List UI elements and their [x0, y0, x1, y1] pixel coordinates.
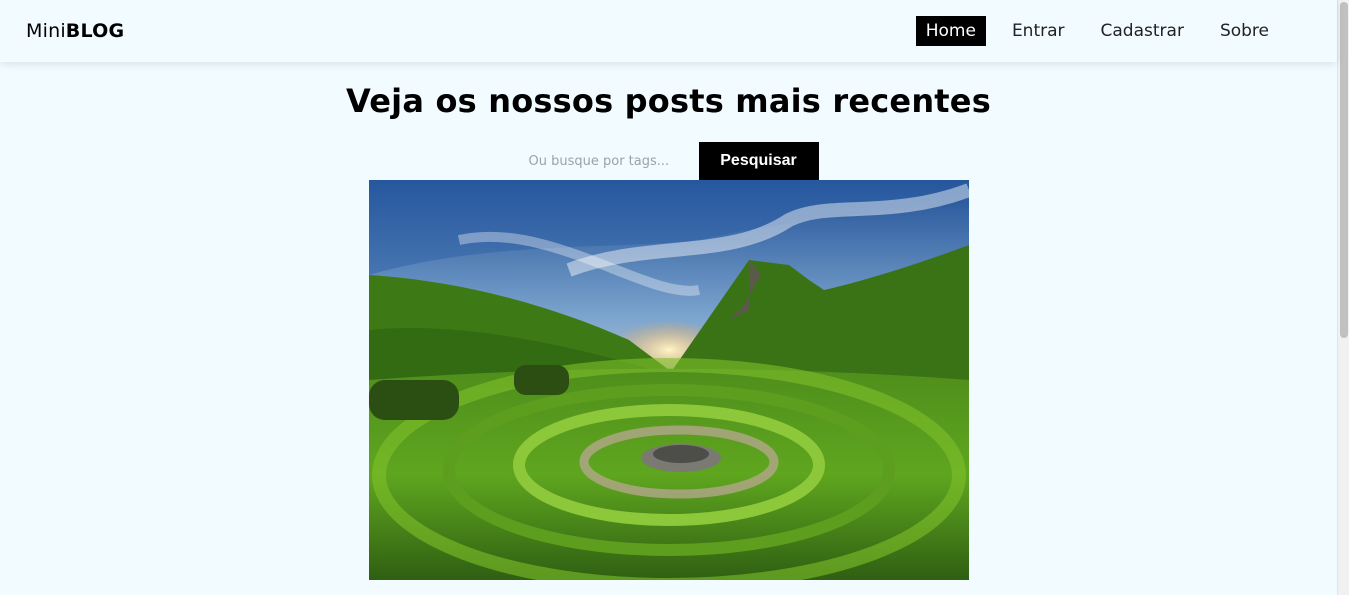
nav-link-entrar[interactable]: Entrar: [1002, 16, 1075, 46]
nav-link-home[interactable]: Home: [915, 16, 986, 46]
page-title: Veja os nossos posts mais recentes: [346, 82, 991, 120]
brand-logo[interactable]: MiniBLOG: [26, 20, 124, 42]
search-button[interactable]: Pesquisar: [698, 142, 819, 180]
nav-link-sobre[interactable]: Sobre: [1210, 16, 1279, 46]
search-form: Pesquisar: [509, 142, 829, 180]
navbar: MiniBLOG Home Entrar Cadastrar Sobre: [0, 0, 1337, 62]
vertical-scrollbar[interactable]: [1337, 0, 1349, 595]
search-input[interactable]: [518, 142, 699, 180]
scrollbar-thumb[interactable]: [1340, 2, 1348, 338]
nav-links: Home Entrar Cadastrar Sobre: [906, 16, 1279, 46]
brand-bold-text: BLOG: [65, 20, 125, 42]
post-image[interactable]: [368, 180, 969, 580]
nav-link-cadastrar[interactable]: Cadastrar: [1091, 16, 1194, 46]
brand-light-text: Mini: [26, 20, 66, 42]
main-content: Veja os nossos posts mais recentes Pesqu…: [0, 62, 1337, 580]
